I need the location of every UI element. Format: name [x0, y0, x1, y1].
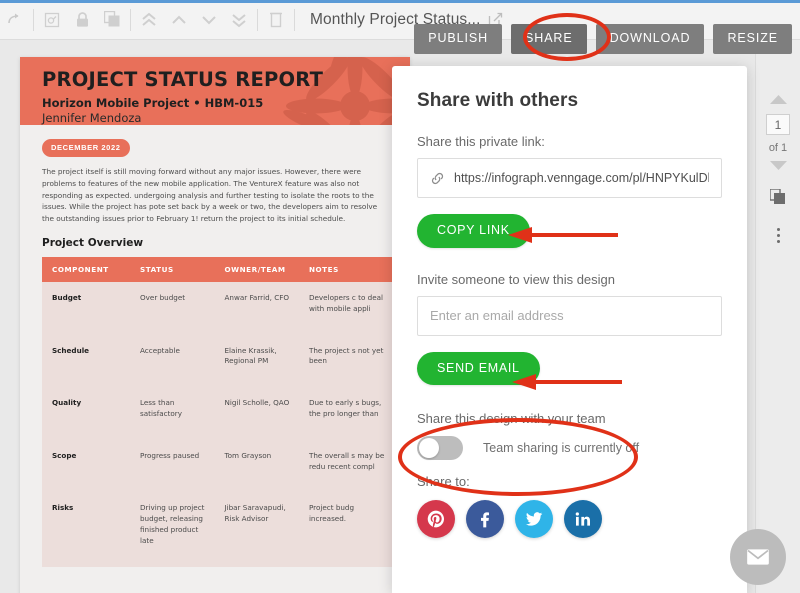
cell-component: Quality	[42, 387, 130, 440]
publish-button[interactable]: PUBLISH	[414, 24, 503, 54]
share-link-input[interactable]: https://infograph.venngage.com/pl/HNPYKu…	[417, 158, 722, 198]
chevron-down-icon[interactable]	[769, 161, 787, 173]
toolbar-divider	[33, 8, 34, 31]
cell-owner: Elaine Krassik, Regional PM	[214, 334, 299, 388]
cell-notes: Project budg increased.	[298, 492, 394, 567]
send-email-button[interactable]: SEND EMAIL	[417, 351, 540, 385]
cell-notes: Due to early s bugs, the pro longer than	[298, 387, 394, 440]
cell-component: Risks	[42, 492, 130, 567]
table-row: Risks Driving up project budget, releasi…	[42, 492, 394, 567]
cell-owner: Anwar Farrid, CFO	[214, 282, 299, 335]
share-panel-title: Share with others	[417, 90, 579, 111]
envelope-icon	[747, 549, 769, 565]
table-row: Budget Over budget Anwar Farrid, CFO Dev…	[42, 282, 394, 335]
redo-icon[interactable]	[0, 1, 30, 39]
cell-owner: Nigil Scholle, QAO	[214, 387, 299, 440]
action-button-bar: PUBLISH SHARE DOWNLOAD RESIZE	[414, 24, 792, 54]
report-header: PROJECT STATUS REPORT Horizon Mobile Pro…	[20, 57, 410, 125]
cell-component: Schedule	[42, 334, 130, 388]
invite-label: Invite someone to view this design	[417, 271, 615, 287]
toolbar-accent-bar	[0, 0, 800, 3]
page-number-input[interactable]: 1	[766, 114, 790, 135]
resize-button[interactable]: RESIZE	[713, 24, 792, 54]
delete-icon[interactable]	[261, 1, 291, 39]
copy-link-button[interactable]: COPY LINK	[417, 214, 530, 248]
send-to-back-icon[interactable]	[224, 1, 254, 39]
link-icon	[430, 171, 445, 186]
share-to-label: Share to:	[417, 474, 470, 489]
cell-notes: Developers c to deal with mobile appli	[298, 282, 394, 335]
cell-status: Acceptable	[130, 334, 215, 388]
cell-component: Scope	[42, 439, 130, 493]
private-link-label: Share this private link:	[417, 134, 545, 149]
twitter-icon[interactable]	[515, 500, 553, 538]
share-button[interactable]: SHARE	[511, 24, 587, 54]
section-title-project-overview: Project Overview	[42, 237, 144, 250]
table-row: Scope Progress paused Tom Grayson The ov…	[42, 439, 394, 493]
project-overview-table: COMPONENT STATUS OWNER/TEAM NOTES Budget…	[42, 257, 394, 567]
cell-status: Less than satisfactory	[130, 387, 215, 440]
floral-decoration-icon	[283, 57, 410, 125]
report-intro-text: The project itself is still moving forwa…	[42, 167, 378, 224]
team-share-toggle-row: Team sharing is currently off	[417, 436, 722, 460]
pinterest-icon[interactable]	[417, 500, 455, 538]
document-page[interactable]: PROJECT STATUS REPORT Horizon Mobile Pro…	[20, 57, 410, 593]
page-count-label: of 1	[768, 142, 788, 154]
date-badge: DECEMBER 2022	[42, 139, 130, 157]
facebook-icon[interactable]	[466, 500, 504, 538]
send-backward-icon[interactable]	[194, 1, 224, 39]
table-header-row: COMPONENT STATUS OWNER/TEAM NOTES	[42, 257, 394, 283]
cell-owner: Tom Grayson	[214, 439, 299, 493]
toolbar-divider	[294, 8, 295, 31]
crop-icon[interactable]	[37, 1, 67, 39]
social-share-row	[417, 500, 722, 538]
table-header-owner: OWNER/TEAM	[214, 257, 299, 283]
table-header-component: COMPONENT	[42, 257, 130, 283]
team-sharing-status: Team sharing is currently off	[483, 441, 640, 455]
toolbar-icon-group	[0, 0, 298, 40]
cell-component: Budget	[42, 282, 130, 335]
bring-to-front-icon[interactable]	[134, 1, 164, 39]
download-button[interactable]: DOWNLOAD	[595, 24, 705, 54]
linkedin-icon[interactable]	[564, 500, 602, 538]
toggle-knob	[419, 438, 439, 458]
share-link-value: https://infograph.venngage.com/pl/HNPYKu…	[454, 171, 709, 185]
cell-status: Progress paused	[130, 439, 215, 493]
email-placeholder: Enter an email address	[430, 308, 564, 323]
cell-notes: The overall s may be redu recent compl	[298, 439, 394, 493]
toolbar-divider	[130, 8, 131, 31]
chat-support-button[interactable]	[730, 529, 786, 585]
toolbar-divider	[257, 8, 258, 31]
cell-notes: The project s not yet been	[298, 334, 394, 388]
chevron-up-icon[interactable]	[769, 95, 787, 107]
table-row: Schedule Acceptable Elaine Krassik, Regi…	[42, 334, 394, 388]
team-share-label: Share this design with your team	[417, 411, 606, 426]
duplicate-page-icon[interactable]	[769, 188, 786, 210]
duplicate-icon[interactable]	[97, 1, 127, 39]
table-row: Quality Less than satisfactory Nigil Sch…	[42, 387, 394, 440]
lock-icon[interactable]	[67, 1, 97, 39]
cell-status: Over budget	[130, 282, 215, 335]
page-navigation-rail: 1 of 1	[755, 40, 800, 593]
share-panel: Share with others Share this private lin…	[392, 66, 747, 593]
cell-owner: Jibar Saravapudi, Risk Advisor	[214, 492, 299, 567]
app-root: PROJECT STATUS REPORT Horizon Mobile Pro…	[0, 0, 800, 593]
email-input[interactable]: Enter an email address	[417, 295, 722, 336]
bring-forward-icon[interactable]	[164, 1, 194, 39]
table-header-status: STATUS	[130, 257, 215, 283]
cell-status: Driving up project budget, releasing fin…	[130, 492, 215, 567]
table-header-notes: NOTES	[298, 257, 394, 283]
team-sharing-toggle[interactable]	[417, 436, 463, 460]
more-options-icon[interactable]	[776, 228, 780, 243]
